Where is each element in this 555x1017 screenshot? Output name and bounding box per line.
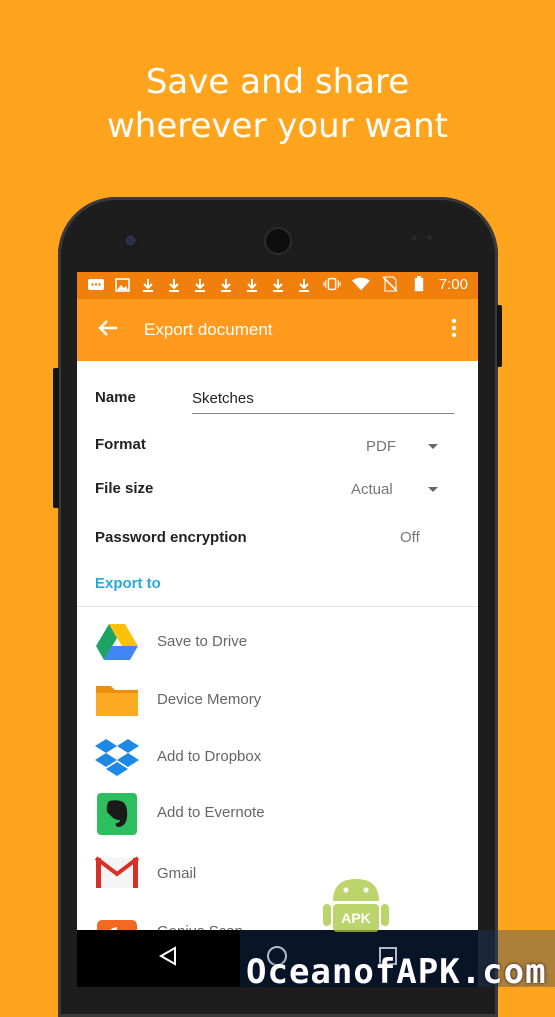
file-size-select[interactable]: Actual: [347, 474, 457, 504]
power-button: [497, 305, 502, 367]
app-toolbar: Export document: [77, 299, 478, 361]
volume-button: [53, 368, 59, 508]
export-option-evernote[interactable]: Add to Evernote: [77, 785, 478, 841]
promo-line-2: wherever your want: [106, 106, 449, 146]
download-icon: [165, 276, 183, 294]
export-option-label: Gmail: [157, 865, 197, 882]
dropdown-arrow-icon: [428, 487, 438, 492]
dropdown-arrow-icon: [428, 444, 438, 449]
wifi-icon: [351, 275, 370, 293]
back-button[interactable]: [93, 315, 123, 345]
phone-screen: 7:00 Export document Name Format PDF Fil…: [77, 272, 478, 987]
status-time: 7:00: [438, 275, 468, 293]
export-option-drive[interactable]: Save to Drive: [77, 614, 478, 670]
download-icon: [191, 276, 209, 294]
evernote-icon: [95, 793, 139, 835]
earpiece-speaker: [264, 227, 292, 255]
vibrate-icon: [323, 275, 341, 293]
front-camera: [124, 234, 137, 247]
export-option-device-memory[interactable]: Device Memory: [77, 672, 478, 728]
password-encryption-label: Password encryption: [95, 529, 247, 546]
format-select[interactable]: PDF: [347, 430, 457, 460]
watermark-text: OceanofAPK.com: [246, 952, 547, 992]
dropbox-icon: [95, 737, 139, 777]
nav-back-icon: [158, 945, 178, 971]
image-icon: [113, 276, 131, 294]
download-icon: [139, 276, 157, 294]
format-value: PDF: [366, 438, 396, 455]
light-sensor: [427, 235, 432, 240]
google-drive-icon: [95, 622, 139, 662]
name-label: Name: [95, 389, 136, 406]
proximity-sensor: [412, 235, 417, 240]
gmail-icon: [94, 854, 140, 894]
battery-icon: [410, 275, 428, 293]
export-option-label: Add to Dropbox: [157, 748, 262, 765]
message-icon: [87, 276, 105, 294]
divider: [77, 606, 478, 607]
folder-icon: [95, 680, 139, 720]
file-size-value: Actual: [351, 481, 393, 498]
watermark-badge: APK: [341, 910, 371, 926]
page-title: Export document: [144, 320, 273, 339]
format-label: Format: [95, 436, 146, 453]
export-option-gmail[interactable]: Gmail: [77, 846, 478, 902]
name-field[interactable]: [192, 385, 454, 414]
promo-headline: Save and share wherever your want: [0, 60, 555, 148]
export-option-dropbox[interactable]: Add to Dropbox: [77, 729, 478, 785]
nav-back-button[interactable]: [155, 945, 181, 971]
promo-line-1: Save and share: [145, 62, 410, 102]
file-size-label: File size: [95, 480, 154, 497]
more-vert-icon: [451, 318, 457, 343]
overflow-menu-button[interactable]: [444, 316, 464, 344]
export-option-label: Device Memory: [157, 691, 262, 708]
download-icon: [217, 276, 235, 294]
download-icon: [269, 276, 287, 294]
watermark-logo: APK: [303, 873, 409, 933]
download-icon: [295, 276, 313, 294]
arrow-back-icon: [98, 319, 118, 342]
download-icon: [243, 276, 261, 294]
no-sim-icon: [381, 275, 399, 293]
status-bar: 7:00: [77, 272, 478, 299]
export-option-label: Add to Evernote: [157, 804, 265, 821]
export-to-header: Export to: [95, 575, 161, 592]
export-option-label: Save to Drive: [157, 633, 248, 650]
password-encryption-toggle[interactable]: Off: [400, 529, 420, 546]
